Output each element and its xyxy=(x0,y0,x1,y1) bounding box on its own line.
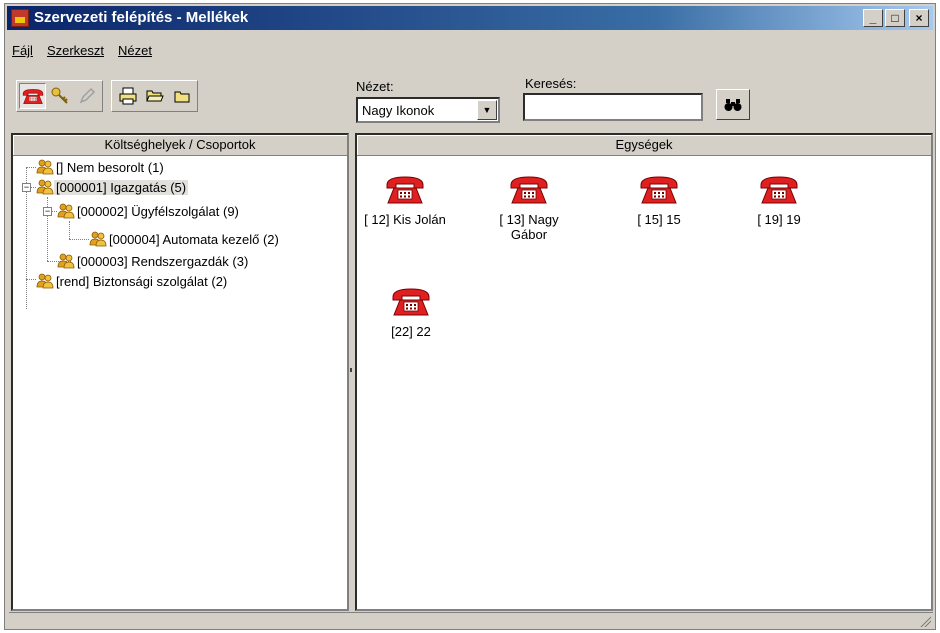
tree-item[interactable]: [] Nem besorolt (1) xyxy=(36,157,166,177)
group-icon xyxy=(57,203,75,219)
unit-item[interactable]: [ 19] 19 xyxy=(734,175,824,227)
phone-icon xyxy=(759,175,799,205)
group-icon xyxy=(36,273,54,289)
open-folder-icon xyxy=(145,90,164,102)
key-icon xyxy=(51,87,68,104)
phone-icon xyxy=(509,175,549,205)
group-icon xyxy=(57,253,75,269)
view-select-value: Nagy Ikonok xyxy=(362,103,435,118)
cost-center-header[interactable]: Költséghelyek / Csoportok xyxy=(13,135,347,156)
menu-edit[interactable]: Szerkeszt xyxy=(47,43,104,58)
phone-icon xyxy=(22,88,44,105)
cost-center-panel: Költséghelyek / Csoportok − − [] Nem bes… xyxy=(11,133,349,611)
phone-icon xyxy=(639,175,679,205)
unit-item[interactable]: [22] 22 xyxy=(366,287,456,339)
phone-icon xyxy=(385,175,425,205)
chevron-down-icon[interactable]: ▼ xyxy=(477,100,497,120)
tree-item[interactable]: [000002] Ügyfélszolgálat (9) xyxy=(57,201,241,221)
splitter[interactable] xyxy=(350,368,352,372)
search-label: Keresés: xyxy=(525,76,577,91)
minimize-button[interactable]: _ xyxy=(863,9,883,27)
status-bar xyxy=(9,612,933,629)
view-label: Nézet: xyxy=(356,79,394,94)
menu-bar: Fájl Szerkeszt Nézet xyxy=(12,43,152,58)
search-button[interactable] xyxy=(716,89,750,120)
toolbar xyxy=(16,80,198,112)
folder-button[interactable] xyxy=(168,83,195,109)
tree-item[interactable]: [000003] Rendszergazdák (3) xyxy=(57,251,250,271)
group-icon xyxy=(89,231,107,247)
toolbar-group-file xyxy=(111,80,198,112)
window-controls: _ □ × xyxy=(863,9,929,27)
units-header[interactable]: Egységek xyxy=(357,135,931,156)
units-panel: Egységek [ 12] Kis Jolán [ 13] Nagy Gábo… xyxy=(355,133,933,611)
title-bar[interactable]: Szervezeti felépítés - Mellékek _ □ × xyxy=(7,6,933,30)
view-select[interactable]: Nagy Ikonok ▼ xyxy=(356,97,500,123)
window-title: Szervezeti felépítés - Mellékek xyxy=(34,9,249,26)
search-input[interactable] xyxy=(523,93,703,121)
folder-icon xyxy=(174,91,189,103)
pencil-icon xyxy=(79,87,95,104)
phone-icon xyxy=(391,287,431,317)
binoculars-icon xyxy=(724,98,742,111)
resize-grip[interactable] xyxy=(919,615,931,627)
phone-button[interactable] xyxy=(19,83,46,109)
unit-item[interactable]: [ 13] Nagy Gábor xyxy=(484,175,574,242)
print-button[interactable] xyxy=(114,83,141,109)
menu-view[interactable]: Nézet xyxy=(118,43,152,58)
tree-item[interactable]: [000004] Automata kezelő (2) xyxy=(89,229,281,249)
unit-item[interactable]: [ 15] 15 xyxy=(614,175,704,227)
toolbar-group-edit xyxy=(16,80,103,112)
tree-item[interactable]: [rend] Biztonsági szolgálat (2) xyxy=(36,271,229,291)
unit-item[interactable]: [ 12] Kis Jolán xyxy=(360,175,450,227)
tree-item[interactable]: [000001] Igazgatás (5) xyxy=(36,177,189,197)
group-icon xyxy=(36,179,54,195)
close-button[interactable]: × xyxy=(909,9,929,27)
maximize-button[interactable]: □ xyxy=(885,9,905,27)
app-icon xyxy=(11,9,29,27)
menu-file[interactable]: Fájl xyxy=(12,43,33,58)
group-icon xyxy=(36,159,54,175)
collapse-toggle-icon[interactable]: − xyxy=(22,183,31,192)
edit-button[interactable] xyxy=(73,83,100,109)
open-button[interactable] xyxy=(141,83,168,109)
collapse-toggle-icon[interactable]: − xyxy=(43,207,52,216)
print-icon xyxy=(119,87,136,105)
key-button[interactable] xyxy=(46,83,73,109)
